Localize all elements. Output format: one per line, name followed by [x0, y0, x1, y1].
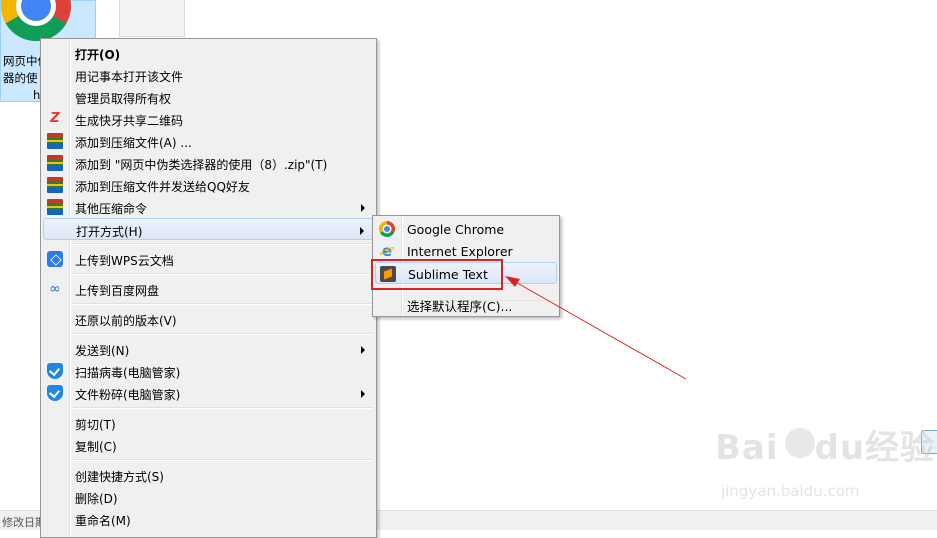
- wps-cloud-icon: [47, 251, 63, 267]
- context-menu: 打开(O) 用记事本打开该文件 管理员取得所有权 Z 生成快牙共享二维码 添加到…: [40, 38, 377, 538]
- menu-separator: [73, 273, 373, 275]
- submenu-arrow-icon: [361, 390, 365, 398]
- menu-item-kuaiya-qrcode[interactable]: Z 生成快牙共享二维码: [43, 108, 374, 130]
- menu-item-label: 复制(C): [75, 440, 117, 454]
- menu-item-label: 生成快牙共享二维码: [75, 114, 184, 128]
- menu-item-rename[interactable]: 重命名(M): [43, 508, 374, 530]
- menu-item-label: 文件粉碎(电脑管家): [75, 388, 181, 402]
- menu-item-scan-virus[interactable]: 扫描病毒(电脑管家): [43, 360, 374, 382]
- submenu-arrow-icon: [360, 227, 364, 235]
- kuaiya-icon: Z: [50, 111, 60, 126]
- chrome-icon: [379, 221, 395, 237]
- open-with-choose-default[interactable]: 选择默认程序(C)...: [375, 292, 557, 314]
- menu-item-delete[interactable]: 删除(D): [43, 486, 374, 508]
- neighbor-file-tile[interactable]: [119, 0, 185, 37]
- menu-item-label: 创建快捷方式(S): [75, 470, 164, 484]
- menu-item-label: 添加到 "网页中伪类选择器的使用（8）.zip"(T): [75, 158, 328, 172]
- menu-item-upload-baidu[interactable]: ∞ 上传到百度网盘: [43, 278, 374, 300]
- menu-item-send-to[interactable]: 发送到(N): [43, 338, 374, 360]
- menu-separator: [73, 243, 373, 245]
- winrar-icon: [47, 133, 63, 149]
- menu-item-open-with[interactable]: 打开方式(H): [43, 218, 374, 240]
- menu-item-label: 添加到压缩文件并发送给QQ好友: [75, 180, 250, 194]
- winrar-icon: [47, 177, 63, 193]
- menu-item-label: 上传到WPS云文档: [75, 254, 174, 268]
- submenu-item-label: Internet Explorer: [407, 244, 513, 259]
- winrar-icon: [47, 155, 63, 171]
- open-with-chrome[interactable]: Google Chrome: [375, 218, 557, 240]
- menu-item-label: 打开(O): [75, 48, 121, 62]
- baidu-netdisk-icon: ∞: [49, 281, 61, 297]
- menu-item-create-shortcut[interactable]: 创建快捷方式(S): [43, 464, 374, 486]
- menu-item-file-shred[interactable]: 文件粉碎(电脑管家): [43, 382, 374, 404]
- chrome-file-icon: [1, 0, 71, 41]
- menu-separator: [73, 459, 373, 461]
- menu-item-label: 打开方式(H): [76, 225, 143, 239]
- watermark-url: jingyan.baidu.com: [721, 482, 860, 500]
- annotation-highlight-box: [371, 259, 503, 290]
- menu-item-label: 发送到(N): [75, 344, 130, 358]
- menu-item-label: 重命名(M): [75, 514, 131, 528]
- menu-item-label: 上传到百度网盘: [75, 284, 160, 298]
- submenu-item-label: Google Chrome: [407, 222, 505, 237]
- menu-item-other-compress[interactable]: 其他压缩命令: [43, 196, 374, 218]
- menu-item-archive-send-qq[interactable]: 添加到压缩文件并发送给QQ好友: [43, 174, 374, 196]
- menu-item-copy[interactable]: 复制(C): [43, 434, 374, 456]
- menu-item-open-with-notepad[interactable]: 用记事本打开该文件: [43, 64, 374, 86]
- menu-item-label: 用记事本打开该文件: [75, 70, 184, 84]
- winrar-icon: [47, 199, 63, 215]
- tencent-pcmgr-icon: [47, 363, 63, 379]
- menu-separator: [73, 333, 373, 335]
- menu-item-label: 还原以前的版本(V): [75, 314, 177, 328]
- tencent-pcmgr-icon: [47, 385, 63, 401]
- menu-item-add-to-archive[interactable]: 添加到压缩文件(A) ...: [43, 130, 374, 152]
- menu-item-take-ownership[interactable]: 管理员取得所有权: [43, 86, 374, 108]
- submenu-arrow-icon: [361, 204, 365, 212]
- menu-item-restore-versions[interactable]: 还原以前的版本(V): [43, 308, 374, 330]
- baidu-jingyan-watermark: Bai du经验 jingyan.baidu.com: [715, 420, 935, 510]
- menu-item-label: 添加到压缩文件(A) ...: [75, 136, 192, 150]
- menu-item-add-to-zip[interactable]: 添加到 "网页中伪类选择器的使用（8）.zip"(T): [43, 152, 374, 174]
- menu-separator: [73, 303, 373, 305]
- menu-item-label: 扫描病毒(电脑管家): [75, 366, 181, 380]
- menu-item-label: 其他压缩命令: [75, 202, 148, 216]
- menu-item-label: 剪切(T): [75, 418, 116, 432]
- menu-separator: [73, 407, 373, 409]
- submenu-arrow-icon: [361, 346, 365, 354]
- menu-item-upload-wps[interactable]: 上传到WPS云文档: [43, 248, 374, 270]
- ie-icon: e: [379, 243, 395, 259]
- baidu-paw-icon: [785, 428, 815, 458]
- menu-item-open[interactable]: 打开(O): [43, 42, 374, 64]
- watermark-brand: Bai du经验: [715, 428, 936, 468]
- submenu-item-label: 选择默认程序(C)...: [407, 299, 513, 314]
- menu-item-cut[interactable]: 剪切(T): [43, 412, 374, 434]
- menu-item-label: 删除(D): [75, 492, 118, 506]
- menu-item-label: 管理员取得所有权: [75, 92, 172, 106]
